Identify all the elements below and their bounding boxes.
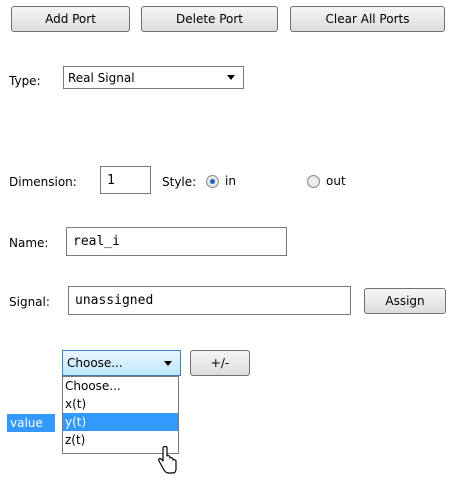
add-port-button[interactable]: Add Port [11,6,130,32]
type-select-value: Real Signal [68,70,135,85]
style-out-label: out [326,174,346,188]
style-in-radio[interactable] [206,175,219,188]
style-label: Style: [162,175,197,189]
choose-select-value: Choose... [67,356,123,370]
signal-field[interactable]: unassigned [68,286,351,315]
style-in-label: in [225,174,236,188]
assign-button[interactable]: Assign [364,288,446,314]
type-label: Type: [9,74,41,88]
hand-cursor-icon [158,446,177,474]
delete-port-button[interactable]: Delete Port [141,6,278,32]
dimension-label: Dimension: [9,175,77,189]
chevron-down-icon [164,360,172,366]
name-label: Name: [9,236,49,250]
plus-minus-button[interactable]: +/- [190,350,250,376]
dropdown-option-choose[interactable]: Choose... [63,377,178,395]
signal-label: Signal: [9,295,50,309]
dropdown-option-x[interactable]: x(t) [63,395,178,413]
clear-all-ports-button[interactable]: Clear All Ports [290,6,445,32]
type-select[interactable]: Real Signal [63,66,244,89]
dimension-field[interactable]: 1 [100,166,151,194]
choose-select[interactable]: Choose... [62,350,181,376]
chevron-down-icon [227,75,235,80]
value-tag: value [7,414,55,432]
dropdown-option-y[interactable]: y(t) [63,413,178,431]
name-field[interactable]: real_i [66,227,287,256]
choose-dropdown-list[interactable]: Choose... x(t) y(t) z(t) [62,376,179,454]
style-out-radio[interactable] [307,175,320,188]
